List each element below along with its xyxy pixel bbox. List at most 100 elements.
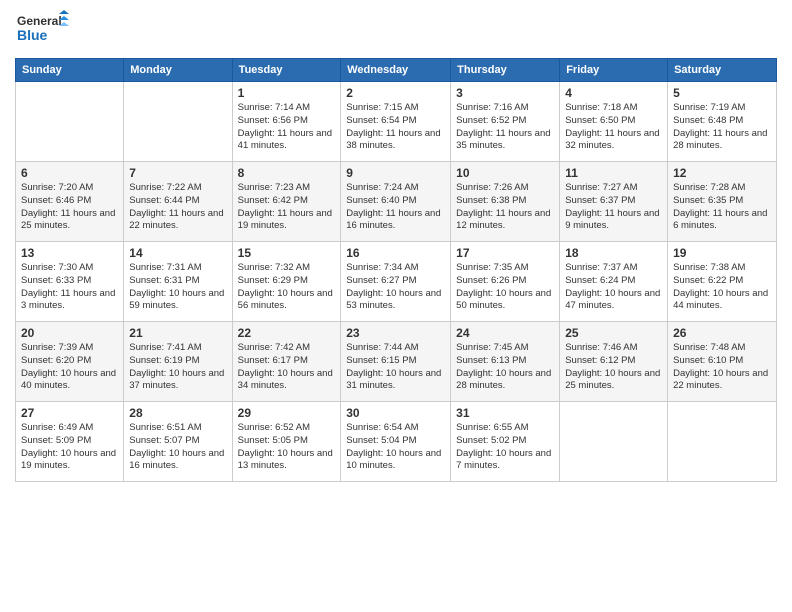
day-number: 7 <box>129 166 226 180</box>
logo-svg: General Blue <box>15 10 70 50</box>
day-number: 24 <box>456 326 554 340</box>
day-number: 23 <box>346 326 445 340</box>
day-number: 10 <box>456 166 554 180</box>
day-number: 18 <box>565 246 662 260</box>
day-info: Sunrise: 7:48 AM Sunset: 6:10 PM Dayligh… <box>673 342 771 393</box>
header: General Blue <box>15 10 777 50</box>
calendar-cell: 9 Sunrise: 7:24 AM Sunset: 6:40 PM Daylig… <box>341 162 451 242</box>
calendar-cell: 27Sunrise: 6:49 AM Sunset: 5:09 PM Dayli… <box>16 402 124 482</box>
day-info: Sunrise: 7:45 AM Sunset: 6:13 PM Dayligh… <box>456 342 554 393</box>
day-info: Sunrise: 7:28 AM Sunset: 6:35 PM Dayligh… <box>673 182 771 233</box>
day-number: 2 <box>346 86 445 100</box>
svg-text:General: General <box>17 14 62 28</box>
dow-saturday: Saturday <box>668 59 777 82</box>
day-info: Sunrise: 7:44 AM Sunset: 6:15 PM Dayligh… <box>346 342 445 393</box>
day-number: 26 <box>673 326 771 340</box>
day-info: Sunrise: 7:20 AM Sunset: 6:46 PM Dayligh… <box>21 182 118 233</box>
calendar-cell: 16 Sunrise: 7:34 AM Sunset: 6:27 PM Dayli… <box>341 242 451 322</box>
day-info: Sunrise: 7:27 AM Sunset: 6:37 PM Dayligh… <box>565 182 662 233</box>
day-info: Sunrise: 7:30 AM Sunset: 6:33 PM Dayligh… <box>21 262 118 313</box>
day-number: 29 <box>238 406 336 420</box>
day-info: Sunrise: 7:38 AM Sunset: 6:22 PM Dayligh… <box>673 262 771 313</box>
week-row-1: 1 Sunrise: 7:14 AM Sunset: 6:56 PM Daylig… <box>16 82 777 162</box>
day-info: Sunrise: 7:19 AM Sunset: 6:48 PM Dayligh… <box>673 102 771 153</box>
day-number: 9 <box>346 166 445 180</box>
calendar-cell: 2 Sunrise: 7:15 AM Sunset: 6:54 PM Daylig… <box>341 82 451 162</box>
day-info: Sunrise: 7:42 AM Sunset: 6:17 PM Dayligh… <box>238 342 336 393</box>
calendar-cell: 31 Sunrise: 6:55 AM Sunset: 5:02 PM Dayli… <box>451 402 560 482</box>
calendar-cell: 6 Sunrise: 7:20 AM Sunset: 6:46 PM Daylig… <box>16 162 124 242</box>
dow-wednesday: Wednesday <box>341 59 451 82</box>
calendar-body: 1 Sunrise: 7:14 AM Sunset: 6:56 PM Daylig… <box>16 82 777 482</box>
day-info: Sunrise: 7:34 AM Sunset: 6:27 PM Dayligh… <box>346 262 445 313</box>
day-number: 19 <box>673 246 771 260</box>
day-number: 4 <box>565 86 662 100</box>
day-number: 14 <box>129 246 226 260</box>
week-row-4: 20Sunrise: 7:39 AM Sunset: 6:20 PM Dayli… <box>16 322 777 402</box>
day-number: 8 <box>238 166 336 180</box>
calendar-cell: 21Sunrise: 7:41 AM Sunset: 6:19 PM Dayli… <box>124 322 232 402</box>
day-info: Sunrise: 7:46 AM Sunset: 6:12 PM Dayligh… <box>565 342 662 393</box>
week-row-2: 6 Sunrise: 7:20 AM Sunset: 6:46 PM Daylig… <box>16 162 777 242</box>
day-info: Sunrise: 7:26 AM Sunset: 6:38 PM Dayligh… <box>456 182 554 233</box>
calendar-cell: 3 Sunrise: 7:16 AM Sunset: 6:52 PM Daylig… <box>451 82 560 162</box>
dow-thursday: Thursday <box>451 59 560 82</box>
day-info: Sunrise: 7:35 AM Sunset: 6:26 PM Dayligh… <box>456 262 554 313</box>
calendar-cell <box>16 82 124 162</box>
calendar-cell <box>668 402 777 482</box>
day-info: Sunrise: 7:32 AM Sunset: 6:29 PM Dayligh… <box>238 262 336 313</box>
day-info: Sunrise: 7:14 AM Sunset: 6:56 PM Dayligh… <box>238 102 336 153</box>
page: General Blue SundayMondayTuesdayWednesda… <box>0 0 792 612</box>
calendar-cell: 5 Sunrise: 7:19 AM Sunset: 6:48 PM Daylig… <box>668 82 777 162</box>
day-info: Sunrise: 7:15 AM Sunset: 6:54 PM Dayligh… <box>346 102 445 153</box>
day-number: 28 <box>129 406 226 420</box>
calendar-cell: 15 Sunrise: 7:32 AM Sunset: 6:29 PM Dayli… <box>232 242 341 322</box>
calendar-cell: 26 Sunrise: 7:48 AM Sunset: 6:10 PM Dayli… <box>668 322 777 402</box>
calendar-cell: 14Sunrise: 7:31 AM Sunset: 6:31 PM Dayli… <box>124 242 232 322</box>
day-number: 5 <box>673 86 771 100</box>
calendar-cell: 10 Sunrise: 7:26 AM Sunset: 6:38 PM Dayli… <box>451 162 560 242</box>
calendar-cell: 13 Sunrise: 7:30 AM Sunset: 6:33 PM Dayli… <box>16 242 124 322</box>
day-info: Sunrise: 7:22 AM Sunset: 6:44 PM Dayligh… <box>129 182 226 233</box>
week-row-3: 13 Sunrise: 7:30 AM Sunset: 6:33 PM Dayli… <box>16 242 777 322</box>
day-number: 13 <box>21 246 118 260</box>
day-info: Sunrise: 6:54 AM Sunset: 5:04 PM Dayligh… <box>346 422 445 473</box>
day-number: 6 <box>21 166 118 180</box>
svg-text:Blue: Blue <box>17 27 48 43</box>
calendar-cell: 29 Sunrise: 6:52 AM Sunset: 5:05 PM Dayli… <box>232 402 341 482</box>
day-number: 16 <box>346 246 445 260</box>
day-info: Sunrise: 7:16 AM Sunset: 6:52 PM Dayligh… <box>456 102 554 153</box>
calendar-cell <box>124 82 232 162</box>
day-info: Sunrise: 7:23 AM Sunset: 6:42 PM Dayligh… <box>238 182 336 233</box>
calendar-cell: 28 Sunrise: 6:51 AM Sunset: 5:07 PM Dayli… <box>124 402 232 482</box>
calendar-cell: 4 Sunrise: 7:18 AM Sunset: 6:50 PM Daylig… <box>560 82 668 162</box>
calendar-cell: 12 Sunrise: 7:28 AM Sunset: 6:35 PM Dayli… <box>668 162 777 242</box>
day-number: 15 <box>238 246 336 260</box>
day-number: 1 <box>238 86 336 100</box>
day-info: Sunrise: 7:18 AM Sunset: 6:50 PM Dayligh… <box>565 102 662 153</box>
day-number: 12 <box>673 166 771 180</box>
day-number: 22 <box>238 326 336 340</box>
day-number: 3 <box>456 86 554 100</box>
calendar-cell: 18Sunrise: 7:37 AM Sunset: 6:24 PM Dayli… <box>560 242 668 322</box>
calendar-cell: 1 Sunrise: 7:14 AM Sunset: 6:56 PM Daylig… <box>232 82 341 162</box>
calendar-cell <box>560 402 668 482</box>
day-info: Sunrise: 7:24 AM Sunset: 6:40 PM Dayligh… <box>346 182 445 233</box>
dow-tuesday: Tuesday <box>232 59 341 82</box>
dow-sunday: Sunday <box>16 59 124 82</box>
calendar-cell: 8 Sunrise: 7:23 AM Sunset: 6:42 PM Daylig… <box>232 162 341 242</box>
day-of-week-header-row: SundayMondayTuesdayWednesdayThursdayFrid… <box>16 59 777 82</box>
day-number: 20 <box>21 326 118 340</box>
day-number: 25 <box>565 326 662 340</box>
calendar-cell: 19 Sunrise: 7:38 AM Sunset: 6:22 PM Dayli… <box>668 242 777 322</box>
day-info: Sunrise: 7:41 AM Sunset: 6:19 PM Dayligh… <box>129 342 226 393</box>
calendar-cell: 20Sunrise: 7:39 AM Sunset: 6:20 PM Dayli… <box>16 322 124 402</box>
calendar-cell: 11 Sunrise: 7:27 AM Sunset: 6:37 PM Dayli… <box>560 162 668 242</box>
day-info: Sunrise: 6:55 AM Sunset: 5:02 PM Dayligh… <box>456 422 554 473</box>
day-info: Sunrise: 6:51 AM Sunset: 5:07 PM Dayligh… <box>129 422 226 473</box>
day-number: 31 <box>456 406 554 420</box>
calendar-cell: 25 Sunrise: 7:46 AM Sunset: 6:12 PM Dayli… <box>560 322 668 402</box>
day-info: Sunrise: 6:52 AM Sunset: 5:05 PM Dayligh… <box>238 422 336 473</box>
day-number: 11 <box>565 166 662 180</box>
dow-friday: Friday <box>560 59 668 82</box>
